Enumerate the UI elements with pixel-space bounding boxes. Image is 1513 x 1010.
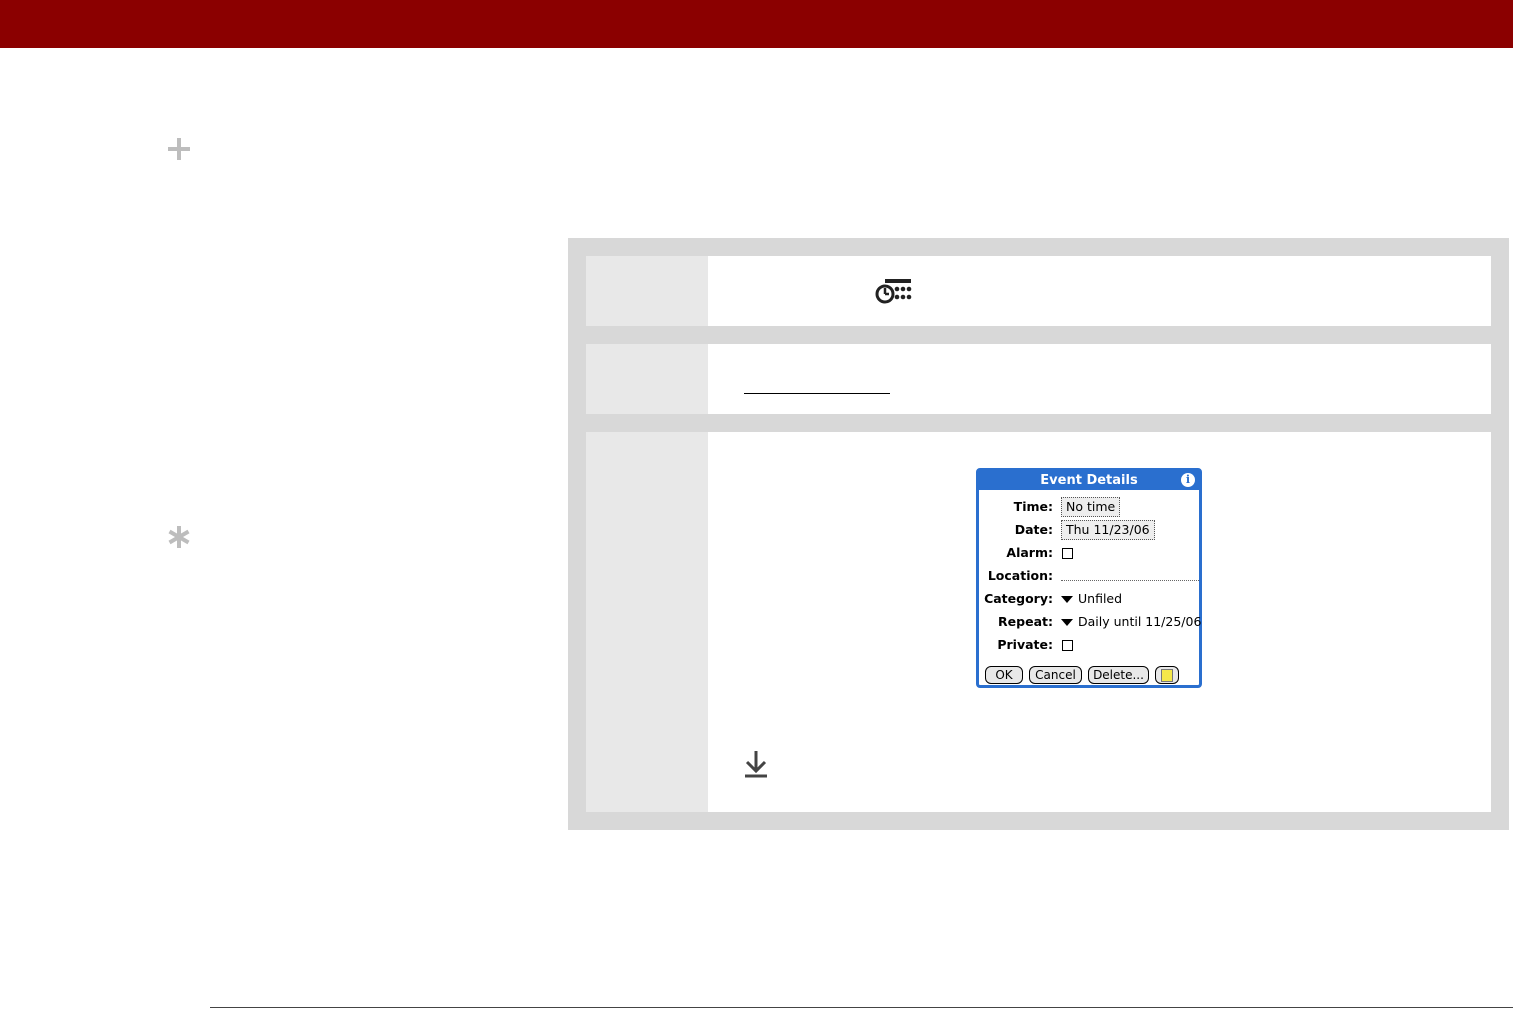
step-number-cell	[586, 344, 708, 414]
date-label: Date:	[1014, 522, 1053, 537]
date-row: Date: Thu 11/23/06	[979, 520, 1199, 540]
repeat-dropdown[interactable]: Daily until 11/25/06	[1061, 613, 1201, 631]
date-field[interactable]: Thu 11/23/06	[1061, 520, 1155, 540]
plus-icon	[168, 138, 190, 160]
alarm-checkbox[interactable]	[1062, 548, 1073, 559]
step-number-cell	[586, 432, 708, 812]
time-field[interactable]: No time	[1061, 497, 1121, 517]
repeat-label: Repeat:	[998, 614, 1053, 629]
download-icon	[745, 751, 767, 778]
repeat-value: Daily until 11/25/06	[1078, 614, 1202, 629]
time-label: Time:	[1013, 499, 1053, 514]
private-checkbox[interactable]	[1062, 640, 1073, 651]
steps-panel: Event Details i Time: No time Date: Thu …	[568, 238, 1509, 830]
footer-rule	[210, 1007, 1513, 1008]
calendar-clock-icon	[875, 279, 912, 304]
top-header-bar	[0, 0, 1513, 48]
alarm-label: Alarm:	[1006, 545, 1053, 560]
private-row: Private:	[979, 635, 1199, 655]
category-dropdown[interactable]: Unfiled	[1061, 590, 1122, 608]
location-row: Location:	[979, 566, 1199, 586]
triangle-down-icon	[1061, 596, 1073, 603]
repeat-row: Repeat: Daily until 11/25/06	[979, 612, 1201, 632]
alarm-row: Alarm:	[979, 543, 1199, 563]
ok-button[interactable]: OK	[985, 666, 1023, 684]
step-number-cell	[586, 256, 708, 326]
delete-button[interactable]: Delete...	[1088, 666, 1149, 684]
category-row: Category: Unfiled	[979, 589, 1199, 609]
category-value: Unfiled	[1078, 591, 1123, 606]
cancel-button[interactable]: Cancel	[1029, 666, 1082, 684]
private-label: Private:	[997, 637, 1053, 652]
asterisk-icon	[168, 526, 190, 548]
step-1	[586, 256, 1491, 326]
location-field[interactable]	[1061, 580, 1199, 581]
link-underline[interactable]	[744, 393, 890, 394]
note-icon	[1161, 669, 1173, 682]
step-3: Event Details i Time: No time Date: Thu …	[586, 432, 1491, 812]
triangle-down-icon	[1061, 619, 1073, 626]
info-icon[interactable]: i	[1181, 473, 1195, 487]
note-button[interactable]	[1155, 666, 1179, 684]
event-details-dialog: Event Details i Time: No time Date: Thu …	[976, 468, 1202, 688]
location-label: Location:	[987, 568, 1053, 583]
category-label: Category:	[984, 591, 1053, 606]
time-row: Time: No time	[979, 497, 1199, 517]
step-2	[586, 344, 1491, 414]
dialog-title: Event Details	[979, 471, 1199, 490]
